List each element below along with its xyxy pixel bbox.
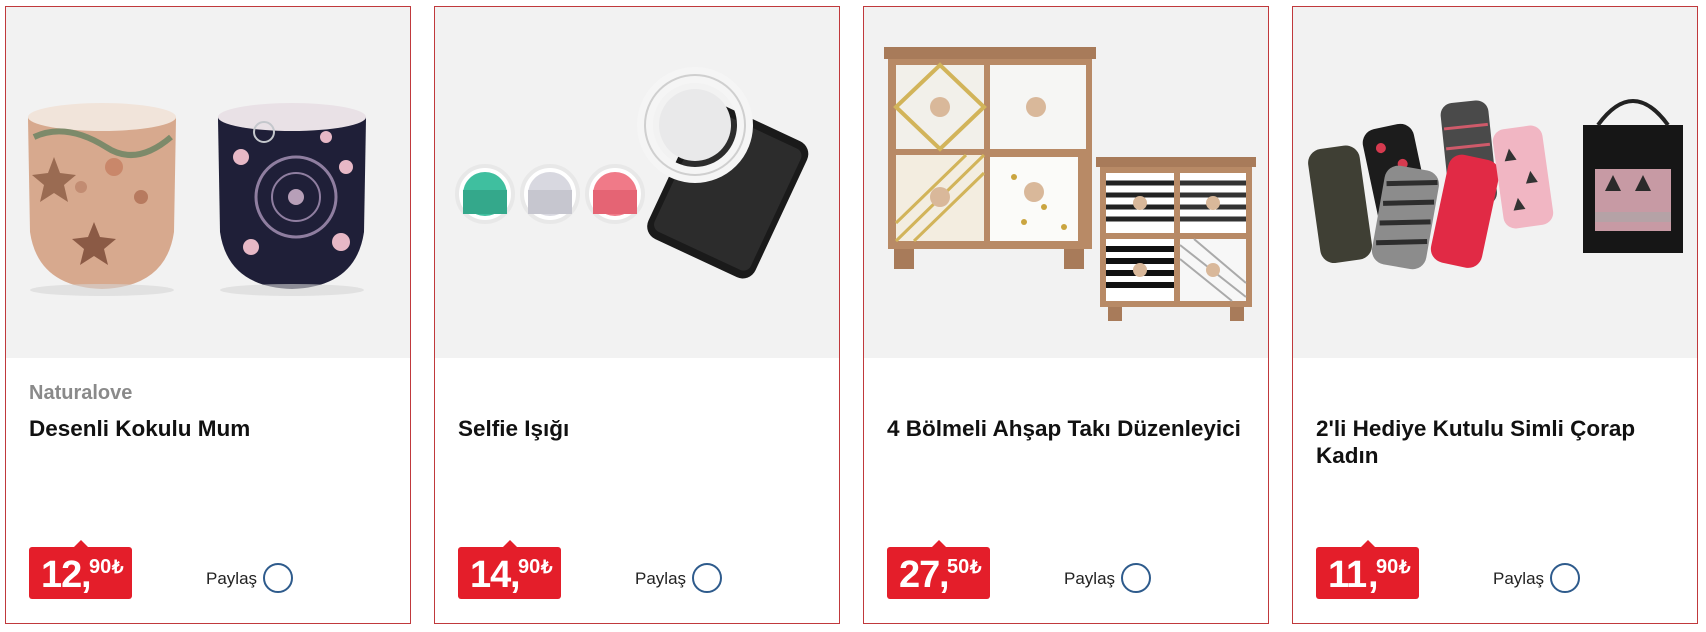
product-title[interactable]: Selfie Işığı <box>458 415 818 442</box>
price-decimal: 90 <box>89 556 112 578</box>
product-card[interactable]: Selfie Işığı 14 , 90 ₺ Paylaş <box>434 6 840 624</box>
product-card[interactable]: Naturalove Desenli Kokulu Mum 12 , 90 ₺ … <box>5 6 411 624</box>
product-title[interactable]: Desenli Kokulu Mum <box>29 415 389 442</box>
currency-symbol: ₺ <box>1399 557 1411 577</box>
price-badge: 11 , 90 ₺ <box>1316 540 1419 599</box>
price-badge: 12 , 90 ₺ <box>29 540 132 599</box>
currency-symbol: ₺ <box>970 557 982 577</box>
price-decimal: 90 <box>518 556 541 578</box>
currency-symbol: ₺ <box>112 557 124 577</box>
price-integer: 12 <box>41 554 82 596</box>
price-integer: 11 <box>1328 554 1367 596</box>
share-circle-icon[interactable] <box>692 563 722 593</box>
price-badge: 14 , 90 ₺ <box>458 540 561 599</box>
product-image[interactable] <box>6 7 410 358</box>
price-badge: 27 , 50 ₺ <box>887 540 990 599</box>
share-label: Paylaş <box>1493 569 1545 588</box>
share-circle-icon[interactable] <box>1121 563 1151 593</box>
product-title[interactable]: 4 Bölmeli Ahşap Takı Düzenleyici <box>887 415 1247 442</box>
product-image[interactable] <box>435 7 839 358</box>
selfie-ring-light-image <box>455 67 809 279</box>
product-image[interactable] <box>864 7 1268 358</box>
price-decimal: 50 <box>947 556 970 578</box>
price-decimal: 90 <box>1376 556 1399 578</box>
share-circle-icon[interactable] <box>263 563 293 593</box>
product-image[interactable] <box>1293 7 1697 358</box>
jewelry-organizer-image <box>884 47 1256 321</box>
share-circle-icon[interactable] <box>1550 563 1580 593</box>
price-integer: 27 <box>899 554 940 596</box>
currency-symbol: ₺ <box>541 557 553 577</box>
share-label: Paylaş <box>206 569 258 588</box>
share-label: Paylaş <box>635 569 687 588</box>
socks-gift-box-image <box>1308 99 1683 270</box>
price-integer: 14 <box>470 554 511 596</box>
product-card[interactable]: 2'li Hediye Kutulu Simli Çorap Kadın 11 … <box>1292 6 1698 624</box>
product-brand: Naturalove <box>29 382 133 404</box>
candles-image <box>28 103 366 296</box>
product-grid: Naturalove Desenli Kokulu Mum 12 , 90 ₺ … <box>0 0 1706 632</box>
product-title[interactable]: 2'li Hediye Kutulu Simli Çorap Kadın <box>1316 415 1676 469</box>
product-card[interactable]: 4 Bölmeli Ahşap Takı Düzenleyici 27 , 50… <box>863 6 1269 624</box>
share-label: Paylaş <box>1064 569 1116 588</box>
